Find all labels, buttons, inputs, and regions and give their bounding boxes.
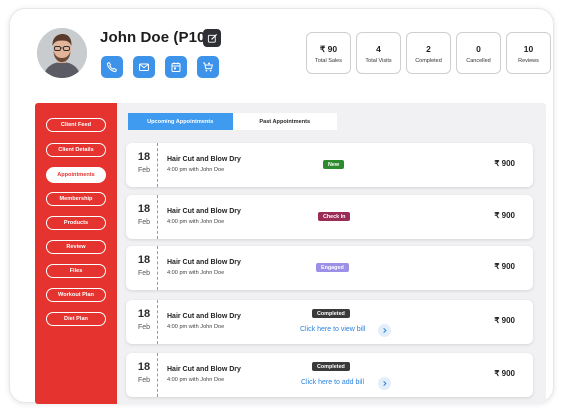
sidebar-item-review[interactable]: Review xyxy=(46,240,106,254)
client-profile-card: John Doe (P101) ₹ 90 Total Sales 4 Total… xyxy=(9,8,554,404)
appointment-day: 18 xyxy=(137,151,151,163)
status-badge: Check In xyxy=(318,212,351,221)
add-bill-link[interactable]: Click here to add bill xyxy=(301,379,364,386)
edit-icon xyxy=(207,33,217,43)
avatar xyxy=(37,28,87,78)
view-bill-link[interactable]: Click here to view bill xyxy=(300,326,365,333)
appointment-time: 4:00 pm with John Doe xyxy=(167,219,225,225)
sidebar-item-diet-plan[interactable]: Diet Plan xyxy=(46,312,106,326)
divider xyxy=(157,143,158,187)
quick-actions xyxy=(101,56,219,78)
sidebar-item-appointments[interactable]: Appointments xyxy=(46,167,106,183)
appointment-service: Hair Cut and Blow Dry xyxy=(167,208,241,215)
divider xyxy=(157,246,158,290)
stat-completed: 2 Completed xyxy=(406,32,451,74)
appointment-card[interactable]: 18 Feb Hair Cut and Blow Dry 4:00 pm wit… xyxy=(126,246,533,290)
edit-profile-button[interactable] xyxy=(203,29,221,47)
client-stats: ₹ 90 Total Sales 4 Total Visits 2 Comple… xyxy=(306,32,551,74)
appointment-card[interactable]: 18 Feb Hair Cut and Blow Dry 4:00 pm wit… xyxy=(126,195,533,239)
divider xyxy=(157,353,158,397)
stat-total-sales: ₹ 90 Total Sales xyxy=(306,32,351,74)
stat-label: Total Visits xyxy=(365,57,392,64)
status-badge: New xyxy=(323,160,345,169)
appointment-month: Feb xyxy=(137,167,151,174)
appointment-day: 18 xyxy=(137,361,151,373)
appointment-service: Hair Cut and Blow Dry xyxy=(167,366,241,373)
sidebar-item-files[interactable]: Files xyxy=(46,264,106,278)
stat-value: 0 xyxy=(476,43,481,54)
sidebar: Client Feed Client Details Appointments … xyxy=(35,103,117,404)
add-to-cart-button[interactable] xyxy=(197,56,219,78)
stat-label: Reviews xyxy=(518,57,539,64)
appointment-card[interactable]: 18 Feb Hair Cut and Blow Dry 4:00 pm wit… xyxy=(126,353,533,397)
status-badge: Completed xyxy=(312,362,350,371)
appointment-month: Feb xyxy=(137,270,151,277)
status-badge: Completed xyxy=(312,309,350,318)
appointment-card[interactable]: 18 Feb Hair Cut and Blow Dry 4:00 pm wit… xyxy=(126,300,533,344)
appointment-tabs: Upcoming Appointments Past Appointments xyxy=(128,113,337,130)
stat-label: Total Sales xyxy=(315,57,342,64)
appointment-service: Hair Cut and Blow Dry xyxy=(167,259,241,266)
divider xyxy=(157,195,158,239)
stat-reviews: 10 Reviews xyxy=(506,32,551,74)
appointment-price: ₹ 900 xyxy=(494,159,515,168)
appointment-day: 18 xyxy=(137,254,151,266)
client-name: John Doe (P101) xyxy=(100,29,220,46)
sidebar-item-products[interactable]: Products xyxy=(46,216,106,230)
sidebar-item-client-details[interactable]: Client Details xyxy=(46,143,106,157)
cart-icon xyxy=(203,62,214,72)
add-bill-arrow-button[interactable] xyxy=(378,377,391,390)
appointment-day: 18 xyxy=(137,203,151,215)
appointment-month: Feb xyxy=(137,219,151,226)
appointment-time: 4:00 pm with John Doe xyxy=(167,324,225,330)
appointment-price: ₹ 900 xyxy=(494,262,515,271)
stat-value: 2 xyxy=(426,43,431,54)
sidebar-item-workout-plan[interactable]: Workout Plan xyxy=(46,288,106,302)
appointment-day: 18 xyxy=(137,308,151,320)
tab-upcoming-appointments[interactable]: Upcoming Appointments xyxy=(128,113,233,130)
chevron-right-icon xyxy=(383,380,387,387)
stat-value: 10 xyxy=(523,43,534,54)
phone-icon xyxy=(106,61,118,73)
view-bill-arrow-button[interactable] xyxy=(378,324,391,337)
call-button[interactable] xyxy=(101,56,123,78)
mail-icon xyxy=(139,63,149,71)
appointment-time: 4:00 pm with John Doe xyxy=(167,167,225,173)
stat-cancelled: 0 Cancelled xyxy=(456,32,501,74)
appointment-time: 4:00 pm with John Doe xyxy=(167,377,225,383)
divider xyxy=(157,300,158,344)
appointment-price: ₹ 900 xyxy=(494,316,515,325)
status-badge: Engaged xyxy=(316,263,349,272)
client-panel: Client Feed Client Details Appointments … xyxy=(35,103,546,404)
tab-past-appointments[interactable]: Past Appointments xyxy=(233,113,338,130)
stat-value: ₹ 90 xyxy=(319,43,338,54)
sidebar-item-client-feed[interactable]: Client Feed xyxy=(46,118,106,132)
sidebar-item-membership[interactable]: Membership xyxy=(46,192,106,206)
appointment-service: Hair Cut and Blow Dry xyxy=(167,313,241,320)
appointment-time: 4:00 pm with John Doe xyxy=(167,270,225,276)
email-button[interactable] xyxy=(133,56,155,78)
book-appointment-button[interactable] xyxy=(165,56,187,78)
appointment-price: ₹ 900 xyxy=(494,211,515,220)
stat-label: Cancelled xyxy=(466,57,491,64)
stat-value: 4 xyxy=(376,43,381,54)
chevron-right-icon xyxy=(383,327,387,334)
appointment-month: Feb xyxy=(137,324,151,331)
stat-total-visits: 4 Total Visits xyxy=(356,32,401,74)
appointment-price: ₹ 900 xyxy=(494,369,515,378)
appointment-service: Hair Cut and Blow Dry xyxy=(167,156,241,163)
appointment-card[interactable]: 18 Feb Hair Cut and Blow Dry 4:00 pm wit… xyxy=(126,143,533,187)
client-photo xyxy=(37,28,87,78)
calendar-icon xyxy=(171,62,181,72)
appointment-month: Feb xyxy=(137,377,151,384)
stat-label: Completed xyxy=(415,57,442,64)
